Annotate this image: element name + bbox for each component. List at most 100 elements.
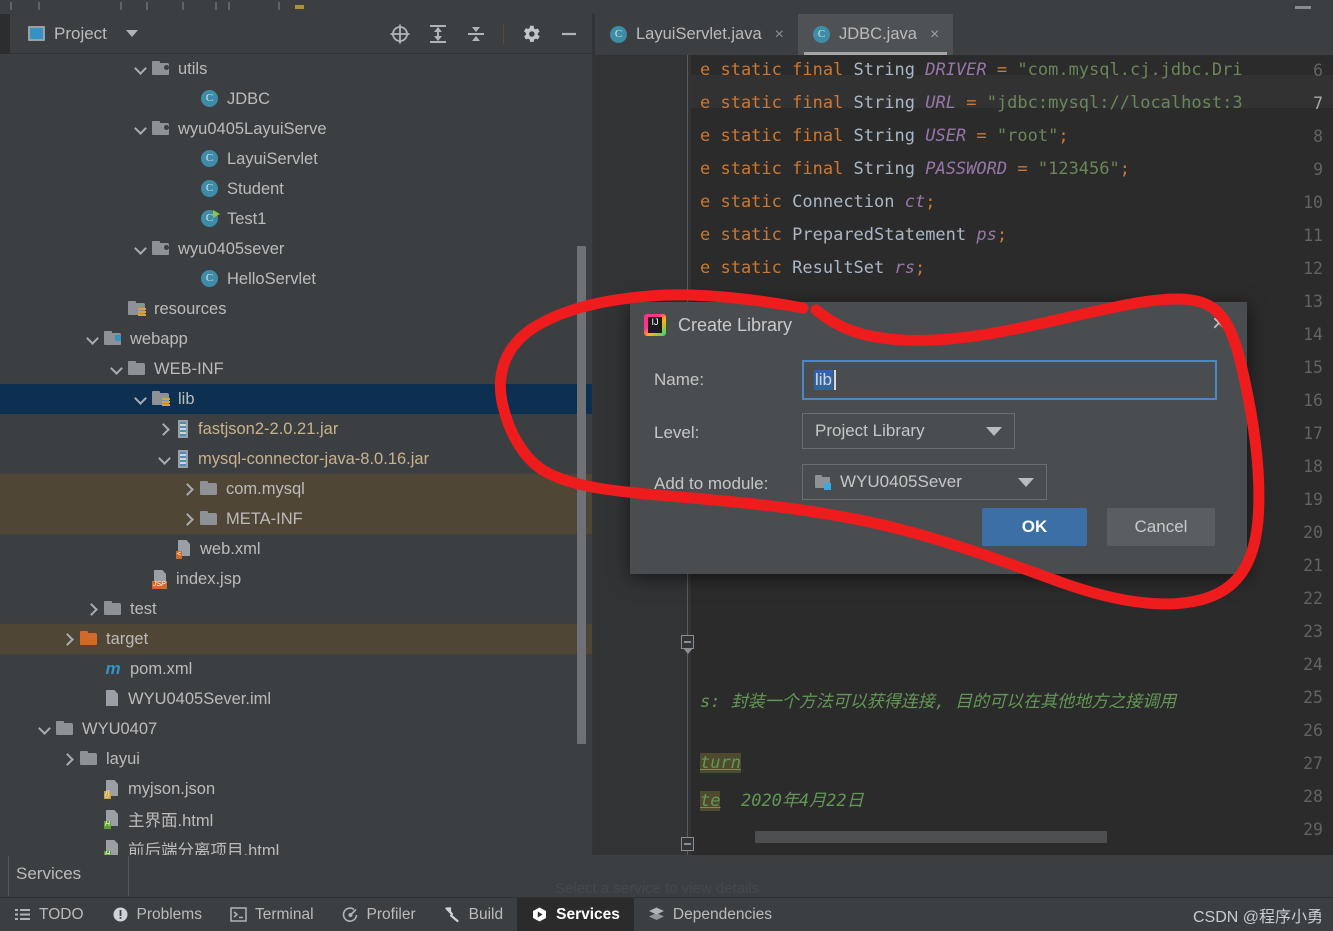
folder-icon: [80, 751, 98, 767]
line-number: 26: [1303, 721, 1323, 740]
bottom-tab-terminal[interactable]: Terminal: [216, 898, 328, 931]
create-library-dialog[interactable]: IJ Create Library × Name: lib Level: Pro…: [630, 302, 1247, 574]
editor-tab[interactable]: JDBC.java ×: [798, 14, 954, 55]
tree-node[interactable]: WEB-INF: [0, 354, 592, 384]
chevron-right-icon[interactable]: [182, 513, 194, 525]
tree-node[interactable]: target: [0, 624, 592, 654]
close-icon[interactable]: ×: [775, 26, 784, 44]
bottom-tool-window-bar[interactable]: TODO Problems Terminal Profiler Build Service…: [0, 897, 1333, 931]
java-class-icon: [200, 149, 219, 169]
line-number: 7: [1313, 94, 1323, 113]
chevron-right-icon[interactable]: [182, 483, 194, 495]
code-line[interactable]: e static PreparedStatement ps;: [700, 225, 1007, 245]
chevron-right-icon[interactable]: [62, 753, 74, 765]
tree-node[interactable]: com.mysql: [0, 474, 592, 504]
chevron-down-icon[interactable]: [134, 123, 146, 135]
project-tree[interactable]: utils JDBC wyu0405LayuiServe LayuiServlet St…: [0, 54, 592, 855]
fold-marker-close-icon[interactable]: [681, 837, 694, 851]
tree-node[interactable]: {} myjson.json: [0, 774, 592, 804]
chevron-down-icon[interactable]: [134, 393, 146, 405]
tree-node[interactable]: HelloServlet: [0, 264, 592, 294]
bottom-tab-build[interactable]: Build: [430, 898, 517, 931]
close-icon[interactable]: ×: [1207, 312, 1231, 337]
code-line[interactable]: turn: [700, 753, 741, 773]
chevron-down-icon[interactable]: [134, 243, 146, 255]
line-number: 24: [1303, 655, 1323, 674]
code-line[interactable]: e static ResultSet rs;: [700, 258, 925, 278]
library-name-input[interactable]: lib: [802, 360, 1217, 400]
tree-node-label: 主界面.html: [128, 812, 214, 830]
tree-node[interactable]: fastjson2-2.0.21.jar: [0, 414, 592, 444]
bottom-tab-label: Services: [556, 905, 620, 923]
line-number: 19: [1303, 490, 1323, 509]
tree-node[interactable]: Student: [0, 174, 592, 204]
ok-button[interactable]: OK: [982, 508, 1087, 546]
chevron-down-icon[interactable]: [38, 723, 50, 735]
tree-node-label: myjson.json: [128, 779, 216, 798]
bottom-tab-label: Profiler: [366, 905, 416, 923]
tree-node[interactable]: H 主界面.html: [0, 804, 592, 834]
tree-node[interactable]: mysql-connector-java-8.0.16.jar: [0, 444, 592, 474]
tree-node[interactable]: m pom.xml: [0, 654, 592, 684]
minimize-icon[interactable]: [558, 23, 580, 45]
bottom-tab-dependencies[interactable]: Dependencies: [634, 898, 786, 931]
code-line[interactable]: e static final String USER = "root";: [700, 126, 1069, 146]
code-line[interactable]: e static final String PASSWORD = "123456…: [700, 159, 1130, 179]
tree-node[interactable]: Test1: [0, 204, 592, 234]
expand-all-icon[interactable]: [427, 23, 449, 45]
tree-node-label: fastjson2-2.0.21.jar: [198, 419, 339, 438]
tree-node[interactable]: layui: [0, 744, 592, 774]
chevron-right-icon[interactable]: [86, 603, 98, 615]
bottom-tab-todo[interactable]: TODO: [0, 898, 98, 931]
fold-marker-open-icon[interactable]: [681, 635, 694, 654]
tree-node[interactable]: lib: [0, 384, 592, 414]
chevron-down-icon[interactable]: [134, 63, 146, 75]
code-line[interactable]: e static final String DRIVER = "com.mysq…: [700, 60, 1243, 80]
add-to-module-dropdown[interactable]: WYU0405Sever: [802, 464, 1047, 500]
editor-horizontal-scrollbar[interactable]: [755, 831, 1107, 843]
tree-node[interactable]: H 前后端分离项目.html: [0, 834, 592, 855]
tree-node[interactable]: WYU0407: [0, 714, 592, 744]
tree-node[interactable]: wyu0405sever: [0, 234, 592, 264]
bottom-tab-problems[interactable]: Problems: [98, 898, 216, 931]
tree-node[interactable]: JDBC: [0, 84, 592, 114]
chevron-down-icon[interactable]: [86, 333, 98, 345]
gear-icon[interactable]: [520, 23, 542, 45]
editor-tab-label: LayuiServlet.java: [636, 25, 762, 43]
code-line[interactable]: te 2020年4月22日: [700, 786, 864, 811]
collapse-all-icon[interactable]: [465, 23, 487, 45]
cancel-button[interactable]: Cancel: [1107, 508, 1215, 546]
editor-tab[interactable]: LayuiServlet.java ×: [595, 14, 798, 55]
close-icon[interactable]: ×: [930, 26, 939, 44]
tree-node[interactable]: utils: [0, 54, 592, 84]
tree-node[interactable]: LayuiServlet: [0, 144, 592, 174]
tree-node[interactable]: wyu0405LayuiServe: [0, 114, 592, 144]
scroll-from-source-icon[interactable]: [389, 23, 411, 45]
code-line[interactable]: s: 封装一个方法可以获得连接, 目的可以在其他地方之接调用: [700, 687, 1176, 712]
chevron-right-icon[interactable]: [158, 423, 170, 435]
module-folder-icon: [815, 475, 831, 490]
tree-node-label: Student: [227, 179, 284, 198]
code-line[interactable]: e static final String URL = "jdbc:mysql:…: [700, 93, 1243, 113]
tree-node[interactable]: resources: [0, 294, 592, 324]
code-line[interactable]: e static Connection ct;: [700, 192, 935, 212]
chevron-down-icon[interactable]: [110, 363, 122, 375]
tree-node[interactable]: WYU0405Sever.iml: [0, 684, 592, 714]
tree-node[interactable]: test: [0, 594, 592, 624]
editor-tabs[interactable]: LayuiServlet.java × JDBC.java ×: [595, 14, 1333, 55]
chevron-down-icon[interactable]: [158, 453, 170, 465]
project-tree-scrollbar[interactable]: [577, 246, 586, 744]
chevron-down-icon[interactable]: [125, 30, 138, 37]
bottom-tab-services[interactable]: Services: [517, 897, 634, 931]
chevron-right-icon[interactable]: [62, 633, 74, 645]
tree-node[interactable]: < web.xml: [0, 534, 592, 564]
bottom-tab-profiler[interactable]: Profiler: [328, 898, 430, 931]
tree-node[interactable]: webapp: [0, 324, 592, 354]
tree-node[interactable]: JSP index.jsp: [0, 564, 592, 594]
level-dropdown[interactable]: Project Library: [802, 413, 1015, 449]
jar-icon: [176, 420, 190, 438]
tree-node[interactable]: META-INF: [0, 504, 592, 534]
bottom-tab-label: Problems: [136, 905, 202, 923]
